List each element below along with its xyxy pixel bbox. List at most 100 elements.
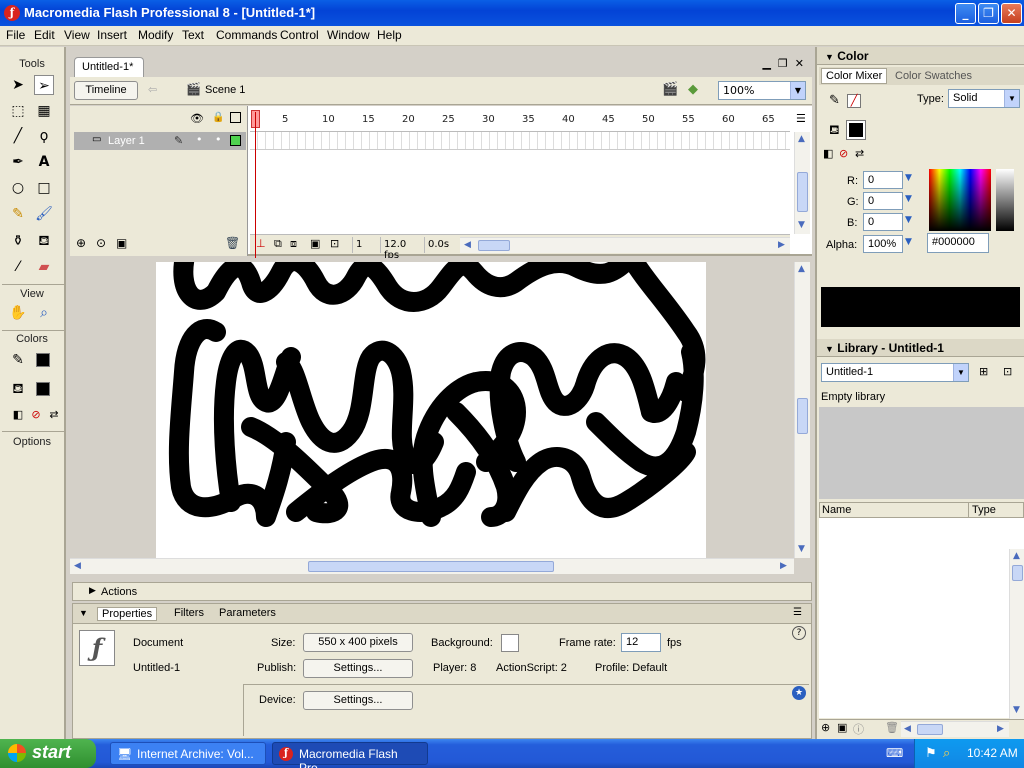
chevron-down-icon[interactable]: ▼ (905, 194, 912, 204)
actions-panel-title[interactable]: Actions (101, 586, 137, 598)
free-transform-icon[interactable]: ⬚ (8, 101, 28, 121)
scroll-left-icon[interactable]: ◀ (74, 561, 81, 571)
scroll-down-icon[interactable]: ▼ (1013, 705, 1020, 715)
subselection-arrow-icon[interactable]: ➢ (34, 75, 54, 95)
eraser-icon[interactable]: ▰ (34, 257, 54, 277)
trash-icon[interactable]: 🗑 (225, 236, 240, 250)
onion-skin-icon[interactable]: ⧉ (274, 237, 282, 251)
rectangle-tool-icon[interactable]: □ (34, 178, 54, 198)
network-icon[interactable]: ⚑ (925, 745, 937, 761)
menu-edit[interactable]: Edit (34, 28, 55, 42)
scroll-right-icon[interactable]: ▶ (780, 561, 787, 571)
menu-view[interactable]: View (64, 28, 90, 42)
document-tab[interactable]: Untitled-1* (74, 57, 144, 77)
lock-icon[interactable]: 🔒 (212, 112, 224, 123)
close-button[interactable]: ✕ (1001, 3, 1022, 24)
scroll-up-icon[interactable]: ▲ (1013, 551, 1020, 561)
panel-menu-icon[interactable]: ☰ (793, 607, 802, 618)
library-document-select[interactable]: Untitled-1 ▼ (821, 363, 969, 382)
new-symbol-icon[interactable]: ⊕ (821, 721, 830, 734)
scene-label[interactable]: Scene 1 (205, 84, 245, 96)
scroll-left-icon[interactable]: ◀ (464, 240, 471, 250)
edit-scene-icon[interactable]: 🎬 (662, 82, 678, 97)
layer-row[interactable]: ▭ Layer 1 ✎ • • (74, 132, 246, 150)
b-input[interactable]: 0 (863, 213, 903, 231)
minimize-button[interactable]: _ (955, 3, 976, 24)
tab-parameters[interactable]: Parameters (219, 607, 276, 619)
start-button[interactable]: start (0, 739, 96, 768)
size-button[interactable]: 550 x 400 pixels (303, 633, 413, 652)
chevron-down-icon[interactable]: ▼ (905, 237, 912, 247)
scroll-thumb[interactable] (797, 172, 808, 212)
properties-icon[interactable]: ⓘ (853, 721, 864, 737)
stroke-color-swatch[interactable] (36, 353, 50, 367)
collapse-arrow-icon[interactable]: ▼ (825, 344, 834, 354)
help-icon[interactable]: ? (792, 626, 806, 640)
scroll-right-icon[interactable]: ▶ (997, 724, 1004, 734)
g-input[interactable]: 0 (863, 192, 903, 210)
fill-color-swatch[interactable] (36, 382, 50, 396)
scroll-up-icon[interactable]: ▲ (798, 264, 805, 274)
scroll-thumb[interactable] (917, 724, 943, 735)
gradient-transform-icon[interactable]: ▦ (34, 101, 54, 121)
layer-lock-dot[interactable]: • (215, 133, 222, 146)
new-folder-icon[interactable]: ▣ (837, 721, 847, 734)
doc-close-icon[interactable]: ✕ (795, 57, 804, 70)
stroke-none-swatch[interactable]: ╱ (847, 94, 861, 108)
delete-icon[interactable]: 🗑 (885, 721, 899, 734)
scroll-thumb[interactable] (1012, 565, 1023, 581)
layer-outline-color[interactable] (230, 135, 241, 146)
expand-arrow-icon[interactable]: ▶ (89, 586, 96, 596)
frame-ruler[interactable]: 1 5 10 15 20 25 30 35 40 45 50 55 60 65 (250, 108, 790, 132)
background-color-swatch[interactable] (501, 634, 519, 652)
frame-row[interactable] (250, 132, 790, 150)
stage-horizontal-scrollbar[interactable]: ◀ ▶ (70, 558, 794, 574)
pin-library-icon[interactable]: ⊡ (1003, 365, 1012, 378)
library-panel-header[interactable]: ▼ Library - Untitled-1 (817, 339, 1024, 357)
layer-visible-dot[interactable]: • (196, 133, 203, 146)
line-tool-icon[interactable]: ╱ (8, 126, 28, 146)
tab-color-mixer[interactable]: Color Mixer (821, 68, 888, 84)
menu-help[interactable]: Help (377, 28, 402, 42)
lasso-icon[interactable]: ϙ (34, 126, 54, 146)
text-tool-icon[interactable]: A (34, 152, 54, 172)
scroll-down-icon[interactable]: ▼ (798, 220, 805, 230)
collapse-arrow-icon[interactable]: ▼ (825, 52, 834, 62)
menu-commands[interactable]: Commands (216, 28, 277, 42)
alpha-input[interactable]: 100% (863, 235, 903, 253)
ink-bottle-icon[interactable]: ⚱ (8, 231, 28, 251)
fill-color-swatch[interactable] (846, 120, 866, 140)
actions-panel[interactable]: ▶ Actions (72, 582, 812, 601)
fill-type-select[interactable]: Solid ▼ (948, 89, 1020, 108)
scroll-thumb[interactable] (797, 398, 808, 434)
tab-color-swatches[interactable]: Color Swatches (895, 70, 972, 82)
hex-input[interactable]: #000000 (927, 233, 989, 253)
timeline-horizontal-scrollbar[interactable]: ◀ ▶ (460, 237, 790, 253)
no-color-icon[interactable]: ⊘ (26, 405, 46, 425)
black-white-icon[interactable]: ◧ (823, 147, 833, 160)
center-frame-icon[interactable]: ⊥ (256, 237, 266, 250)
stage-canvas[interactable] (156, 258, 706, 558)
accessibility-icon[interactable]: ★ (792, 686, 806, 700)
brush-icon[interactable]: 🖌 (34, 204, 54, 224)
scroll-thumb[interactable] (308, 561, 554, 572)
eyedropper-icon[interactable]: ⁄ (8, 257, 28, 277)
library-list[interactable] (819, 518, 1024, 718)
onion-outline-icon[interactable]: ⧈ (290, 237, 297, 251)
taskbar-item-internet-archive[interactable]: 🖥 Internet Archive: Vol... (110, 742, 266, 765)
eye-icon[interactable]: 👁 (190, 112, 204, 125)
black-white-icon[interactable]: ◧ (8, 405, 28, 425)
outline-icon[interactable] (230, 112, 241, 123)
collapse-arrow-icon[interactable]: ▼ (79, 608, 88, 618)
keyboard-icon[interactable]: ⌨ (886, 746, 903, 760)
edit-multiple-frames-icon[interactable]: ▣ (310, 237, 320, 250)
search-icon[interactable]: ⌕ (943, 745, 950, 761)
menu-file[interactable]: File (6, 28, 25, 42)
device-settings-button[interactable]: Settings... (303, 691, 413, 710)
scroll-up-icon[interactable]: ▲ (798, 134, 805, 144)
scroll-left-icon[interactable]: ◀ (904, 724, 911, 734)
menu-control[interactable]: Control (280, 28, 319, 42)
chevron-down-icon[interactable]: ▼ (905, 215, 912, 225)
edit-symbols-icon[interactable]: ◆ (688, 82, 698, 97)
paint-bucket-icon[interactable]: ⛾ (34, 231, 54, 251)
